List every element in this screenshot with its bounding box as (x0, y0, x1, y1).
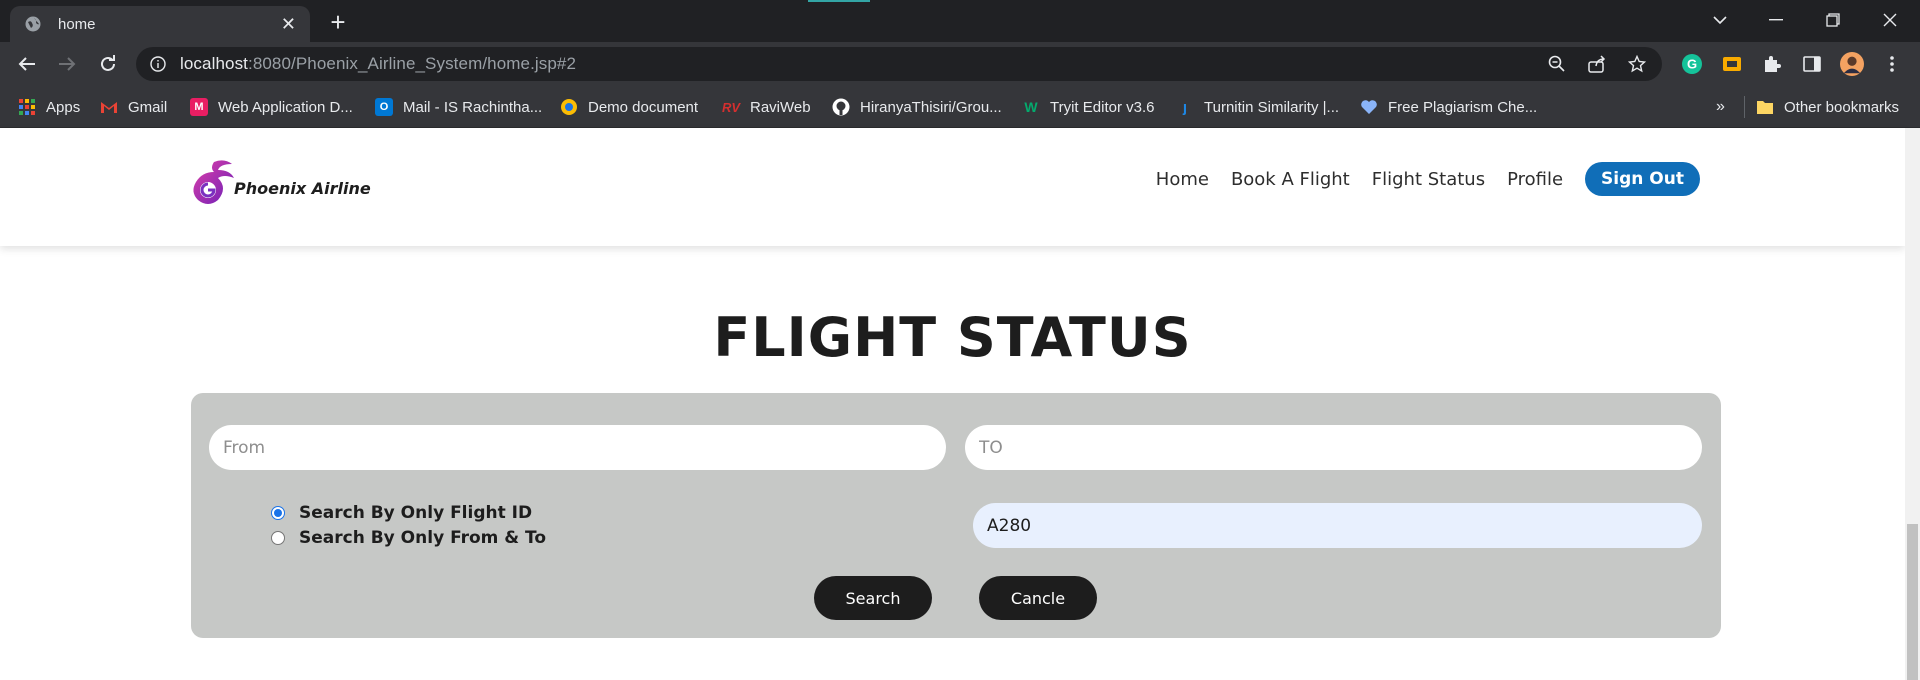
plagiarism-icon (1360, 98, 1378, 116)
site-info-icon[interactable] (150, 56, 166, 72)
nav-home[interactable]: Home (1156, 169, 1209, 190)
turnitin-icon: ȷ (1182, 98, 1188, 116)
radio-from-to[interactable] (271, 531, 285, 545)
bookmark-turnitin[interactable]: ȷ Turnitin Similarity |... (1176, 96, 1339, 118)
bookmark-apps[interactable]: Apps (18, 96, 80, 118)
bookmark-star-icon[interactable] (1626, 53, 1648, 75)
browser-tab[interactable]: home ✕ (10, 6, 310, 42)
bookmark-github[interactable]: HiranyaThisiri/Grou... (832, 96, 1002, 118)
bookmark-plagiarism[interactable]: Free Plagiarism Che... (1360, 96, 1537, 118)
radio-flight-id-label: Search By Only Flight ID (299, 503, 533, 523)
tab-search-chevron-icon[interactable] (1700, 4, 1740, 36)
bookmark-web-application[interactable]: M Web Application D... (190, 96, 353, 118)
radio-flight-id[interactable] (271, 506, 285, 520)
zoom-icon[interactable] (1546, 53, 1568, 75)
radio-from-to-label: Search By Only From & To (299, 528, 547, 548)
share-icon[interactable] (1586, 53, 1608, 75)
flight-status-form: Search By Only Flight ID Search By Only … (191, 393, 1721, 638)
w3-icon: W (1024, 99, 1038, 115)
page-title: FLIGHT STATUS (713, 306, 1192, 369)
browser-menu-icon[interactable] (1880, 52, 1904, 76)
bookmarks-bar: Apps Gmail M Web Application D... O Mail… (0, 86, 1920, 128)
grammarly-icon[interactable]: G (1680, 52, 1704, 76)
apps-grid-icon (18, 98, 36, 116)
close-tab-icon[interactable]: ✕ (281, 14, 296, 35)
minimize-icon[interactable] (1756, 4, 1796, 36)
nav-profile[interactable]: Profile (1507, 169, 1563, 190)
from-input[interactable] (209, 425, 946, 470)
site-header: Phoenix Airline Home Book A Flight Fligh… (0, 128, 1905, 246)
extensions-puzzle-icon[interactable] (1760, 52, 1784, 76)
globe-icon (25, 16, 41, 32)
bookmarks-divider (1744, 96, 1745, 118)
forward-arrow-icon[interactable] (54, 51, 80, 77)
phoenix-logo-icon (193, 160, 234, 204)
bookmark-other[interactable]: Other bookmarks (1756, 96, 1899, 118)
new-tab-icon[interactable]: + (324, 7, 352, 37)
site-logo[interactable]: Phoenix Airline (190, 158, 371, 210)
close-window-icon[interactable] (1870, 4, 1910, 36)
extension-yellow-icon[interactable] (1720, 52, 1744, 76)
scrollbar-thumb[interactable] (1907, 524, 1918, 680)
address-bar[interactable]: localhost:8080/Phoenix_Airline_System/ho… (136, 47, 1662, 81)
github-icon (832, 98, 850, 116)
bookmark-tryit-editor[interactable]: W Tryit Editor v3.6 (1022, 96, 1154, 118)
to-input[interactable] (965, 425, 1702, 470)
tab-strip: home ✕ + (0, 0, 1920, 42)
radio-option-flight-id[interactable]: Search By Only Flight ID (271, 503, 532, 523)
restore-icon[interactable] (1813, 4, 1853, 36)
page-scrollbar[interactable] (1905, 128, 1920, 680)
main-nav: Home Book A Flight Flight Status Profile… (1156, 162, 1700, 196)
tab-title: home (58, 15, 96, 33)
nav-book-a-flight[interactable]: Book A Flight (1231, 169, 1350, 190)
back-arrow-icon[interactable] (14, 51, 40, 77)
profile-avatar-icon[interactable] (1840, 52, 1864, 76)
page-viewport: Phoenix Airline Home Book A Flight Fligh… (0, 128, 1920, 680)
more-bookmarks-chevron[interactable]: » (1716, 96, 1725, 118)
svg-text:G: G (1687, 57, 1697, 72)
side-panel-icon[interactable] (1800, 52, 1824, 76)
bookmark-raviweb[interactable]: RV RaviWeb (722, 96, 811, 118)
search-button[interactable]: Search (814, 576, 932, 620)
outlook-icon: O (375, 98, 393, 116)
nav-flight-status[interactable]: Flight Status (1372, 169, 1485, 190)
folder-icon (1756, 98, 1774, 116)
m-logo-icon: M (190, 98, 208, 116)
logo-text: Phoenix Airline (234, 178, 371, 198)
radio-option-from-to[interactable]: Search By Only From & To (271, 528, 546, 548)
url-text: localhost:8080/Phoenix_Airline_System/ho… (180, 54, 577, 73)
bookmark-gmail[interactable]: Gmail (100, 96, 167, 118)
gmail-icon (100, 98, 118, 116)
browser-toolbar: localhost:8080/Phoenix_Airline_System/ho… (0, 42, 1920, 86)
flight-id-input[interactable] (973, 503, 1702, 548)
cancel-button[interactable]: Cancle (979, 576, 1097, 620)
reload-icon[interactable] (95, 51, 121, 77)
demo-doc-icon (560, 98, 578, 116)
raviweb-icon: RV (721, 99, 741, 115)
bookmark-mail[interactable]: O Mail - IS Rachintha... (375, 96, 542, 118)
bookmark-demo-document[interactable]: Demo document (560, 96, 698, 118)
tab-accent-line (808, 0, 870, 2)
sign-out-button[interactable]: Sign Out (1585, 162, 1700, 196)
